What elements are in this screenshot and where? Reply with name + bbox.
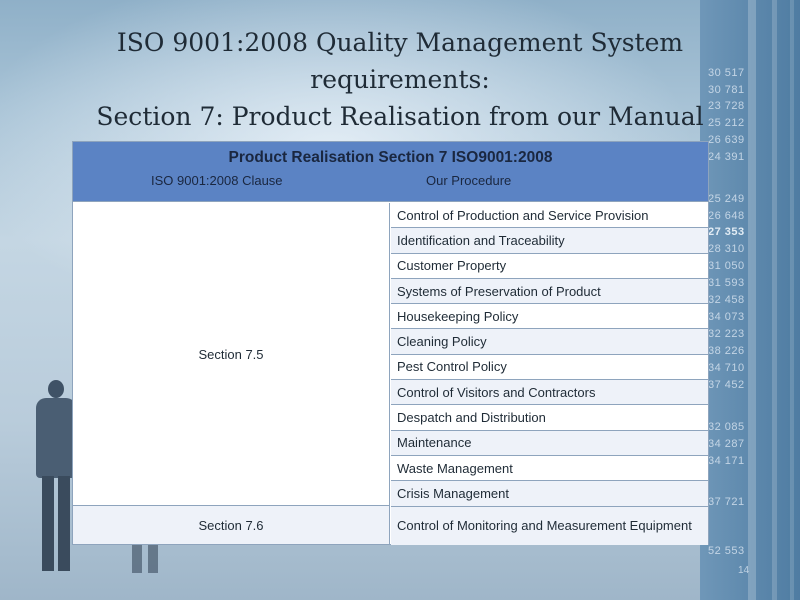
title-line: requirements: — [310, 65, 490, 94]
table-row: Control of Visitors and Contractors — [391, 380, 708, 406]
side-number: 34 710 — [708, 362, 745, 374]
side-number: 34 287 — [708, 438, 745, 450]
table-row: Systems of Preservation of Product — [391, 278, 708, 305]
side-number: 26 639 — [708, 134, 745, 146]
side-number: 32 085 — [708, 421, 745, 433]
table-row: Despatch and Distribution — [391, 405, 708, 431]
table-title: Product Realisation Section 7 ISO9001:20… — [228, 149, 553, 166]
table-row: Identification and Traceability — [391, 228, 708, 254]
table-row: Crisis Management — [391, 481, 708, 507]
table-header: Product Realisation Section 7 ISO9001:20… — [73, 142, 708, 202]
side-number: 32 223 — [708, 328, 745, 340]
side-number: 34 073 — [708, 311, 745, 323]
side-number: 24 391 — [708, 151, 745, 163]
side-number: 25 249 — [708, 193, 745, 205]
page-number: 14 — [738, 565, 750, 576]
side-number: 38 226 — [708, 345, 745, 357]
table-row: Maintenance — [391, 430, 708, 456]
table-row: Control of Production and Service Provis… — [391, 203, 708, 229]
side-number: 34 171 — [708, 455, 745, 467]
side-number: 31 593 — [708, 277, 745, 289]
procedure-list: Control of Production and Service Provis… — [391, 203, 708, 545]
table-row: Cleaning Policy — [391, 329, 708, 355]
table-row: Customer Property — [391, 254, 708, 279]
side-number: 27 353 — [708, 226, 745, 238]
side-number: 37 452 — [708, 379, 745, 391]
clause-cell: Section 7.5 — [73, 203, 390, 506]
slide-title: ISO 9001:2008 Quality Management System … — [0, 24, 800, 135]
column-header-clause: ISO 9001:2008 Clause — [151, 173, 283, 188]
side-number: 28 310 — [708, 243, 745, 255]
side-number: 32 458 — [708, 294, 745, 306]
column-header-procedure: Our Procedure — [426, 173, 512, 188]
side-number: 37 721 — [708, 496, 745, 508]
title-line: ISO 9001:2008 Quality Management System — [116, 28, 684, 57]
table-row: Pest Control Policy — [391, 355, 708, 381]
procedures-table: Product Realisation Section 7 ISO9001:20… — [72, 141, 709, 545]
side-number: 52 553 — [708, 545, 745, 557]
side-number: 31 050 — [708, 260, 745, 272]
clause-cell: Section 7.6 — [73, 506, 390, 544]
table-row: Housekeeping Policy — [391, 304, 708, 330]
table-row: Control of Monitoring and Measurement Eq… — [391, 506, 708, 545]
side-number: 26 648 — [708, 210, 745, 222]
title-line: Section 7: Product Realisation from our … — [96, 102, 704, 131]
table-row: Waste Management — [391, 456, 708, 482]
